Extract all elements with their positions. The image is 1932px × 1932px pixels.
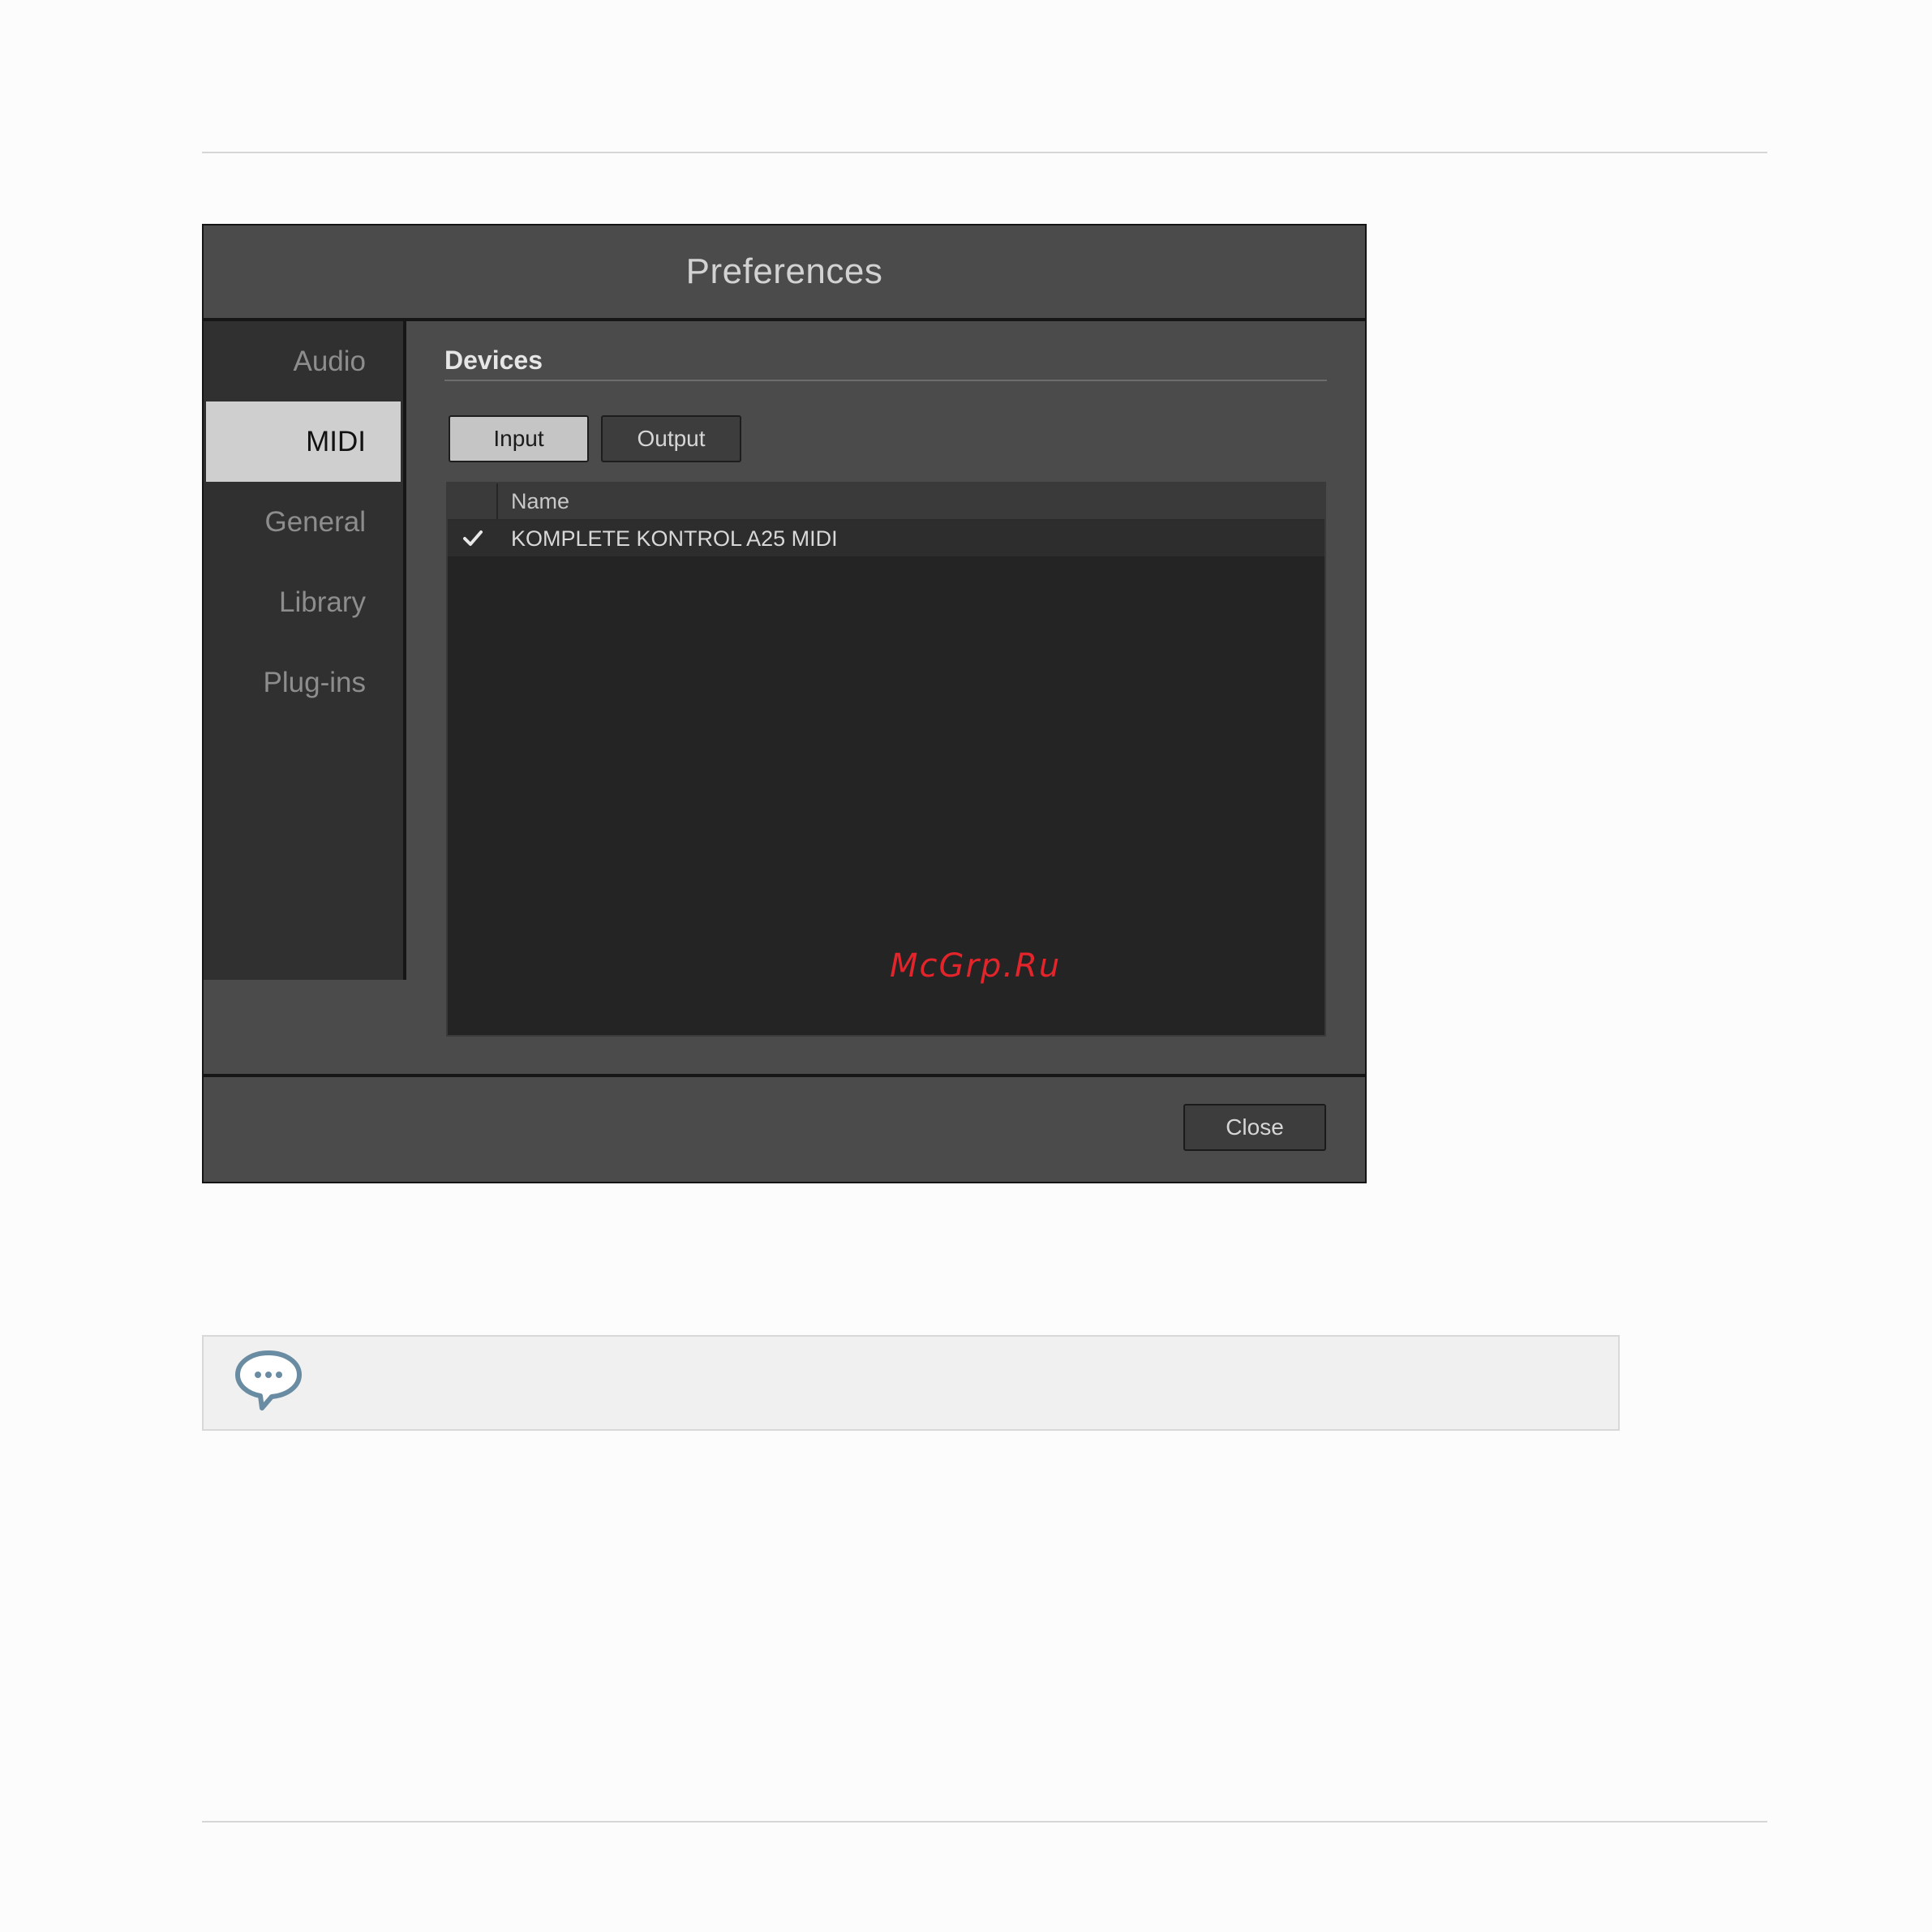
sidebar-item-audio[interactable]: Audio	[204, 321, 403, 401]
sidebar-item-plug-ins[interactable]: Plug-ins	[204, 642, 403, 723]
output-tab-button[interactable]: Output	[601, 415, 741, 462]
sidebar-item-midi[interactable]: MIDI	[206, 401, 401, 482]
checkbox-column-header	[448, 483, 498, 519]
sidebar-item-library[interactable]: Library	[204, 562, 403, 642]
dialog-titlebar: Preferences	[204, 225, 1365, 321]
dialog-title: Preferences	[685, 251, 883, 291]
watermark: McGrp.Ru	[890, 947, 1062, 985]
device-name: KOMPLETE KONTROL A25 MIDI	[511, 526, 838, 551]
speech-bubble-icon	[235, 1350, 302, 1410]
close-button[interactable]: Close	[1183, 1104, 1326, 1151]
preferences-sidebar: Audio MIDI General Library Plug-ins	[204, 321, 406, 980]
table-row[interactable]: KOMPLETE KONTROL A25 MIDI	[448, 521, 1324, 556]
row-checkbox-cell	[448, 528, 498, 549]
name-column-header[interactable]: Name	[498, 483, 569, 519]
checkmark-icon	[463, 530, 483, 546]
device-checkbox[interactable]	[462, 528, 483, 549]
top-divider	[202, 152, 1767, 153]
table-header: Name	[448, 483, 1324, 521]
sidebar-item-general[interactable]: General	[204, 482, 403, 562]
input-tab-button[interactable]: Input	[449, 415, 589, 462]
note-box	[202, 1335, 1620, 1431]
preferences-dialog: Preferences Audio MIDI General Library P…	[202, 224, 1367, 1183]
bottom-divider	[202, 1821, 1767, 1823]
dialog-footer: Close	[204, 1074, 1365, 1182]
midi-content-panel: Devices Input Output Name KOMPLETE KONTR…	[406, 321, 1365, 1037]
devices-table: Name KOMPLETE KONTROL A25 MIDI	[446, 482, 1326, 1037]
devices-section-title: Devices	[444, 346, 1327, 381]
